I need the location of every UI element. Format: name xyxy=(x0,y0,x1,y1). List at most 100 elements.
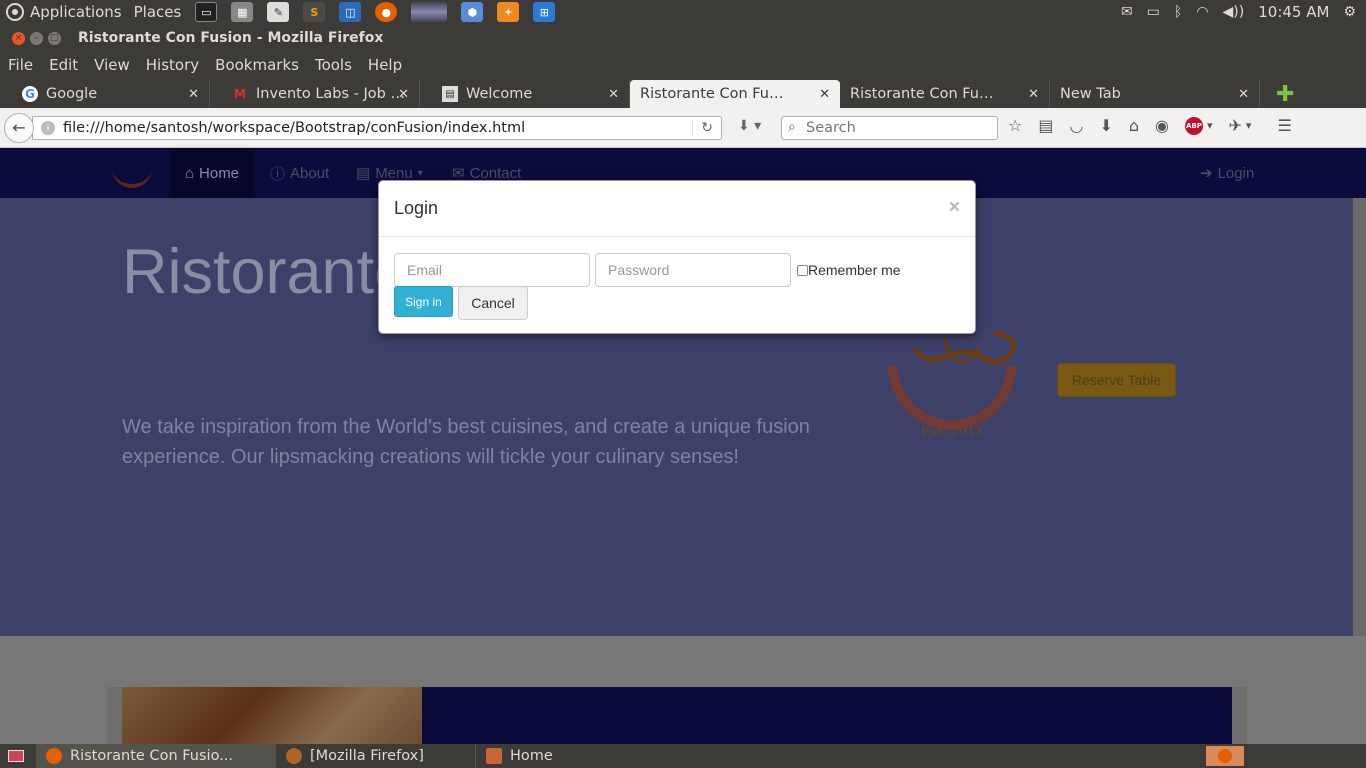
info-icon: ⓘ xyxy=(270,165,286,183)
task-ristorante[interactable]: Ristorante Con Fusio... xyxy=(36,744,276,768)
menu-bookmarks[interactable]: Bookmarks xyxy=(207,56,307,74)
task-mozilla-firefox[interactable]: [Mozilla Firefox] xyxy=(276,744,476,768)
adblock-dropdown-icon[interactable]: ▾ xyxy=(1207,119,1213,132)
tab-ristorante-2[interactable]: Ristorante Con Fusion: ... ✕ xyxy=(840,80,1050,108)
menu-tools[interactable]: Tools xyxy=(307,56,360,74)
window-title: Ristorante Con Fusion - Mozilla Firefox xyxy=(78,30,384,46)
window-minimize-button[interactable]: – xyxy=(30,31,43,45)
tab-strip: G Google ✕ M Invento Labs - Job O... ✕ ▤… xyxy=(0,78,1366,108)
password-field[interactable]: Password xyxy=(595,253,791,287)
text-editor-icon[interactable]: ✎ xyxy=(267,2,290,22)
search-input[interactable]: ⌕ Search xyxy=(781,116,998,140)
workspace-switcher-icon[interactable] xyxy=(1206,746,1244,766)
bluetooth-icon[interactable]: ᛒ xyxy=(1174,4,1182,20)
window-close-button[interactable]: × xyxy=(12,31,25,45)
cancel-button[interactable]: Cancel xyxy=(458,286,528,320)
food-image xyxy=(122,687,422,744)
cube-icon[interactable]: ⬢ xyxy=(461,2,484,22)
tab-ristorante-active[interactable]: Ristorante Con Fusion ✕ xyxy=(630,80,840,108)
nav-about[interactable]: ⓘ About xyxy=(270,148,329,198)
sign-in-button[interactable]: Sign in xyxy=(394,286,453,317)
list-icon: ▤ xyxy=(356,165,371,182)
menu-edit[interactable]: Edit xyxy=(41,56,86,74)
site-logo[interactable] xyxy=(112,160,152,188)
task-home[interactable]: Home xyxy=(476,744,676,768)
tab-label: Google xyxy=(46,86,98,102)
bookmark-star-icon[interactable]: ☆ xyxy=(1008,116,1022,135)
scrollbar[interactable] xyxy=(1353,198,1366,636)
applications-menu[interactable]: Applications xyxy=(24,0,128,24)
url-text: file:///home/santosh/workspace/Bootstrap… xyxy=(63,120,526,136)
extension-icon[interactable]: ✈ xyxy=(1229,116,1242,135)
downloads-icon[interactable]: ⬇ xyxy=(1099,116,1112,135)
tab-google[interactable]: G Google ✕ xyxy=(0,80,210,108)
extension-dropdown-icon[interactable]: ▾ xyxy=(1246,119,1252,132)
show-desktop-icon[interactable] xyxy=(8,750,24,762)
download-arrow-icon[interactable]: ⬇ ▾ xyxy=(738,118,761,134)
reserve-table-button[interactable]: Reserve Table xyxy=(1057,363,1176,397)
places-menu[interactable]: Places xyxy=(128,0,188,24)
tab-close-icon[interactable]: ✕ xyxy=(398,87,409,102)
firefox-tray-icon xyxy=(1218,749,1232,763)
volume-icon[interactable]: ◀)) xyxy=(1223,4,1245,20)
remember-label: Remember me xyxy=(808,262,901,278)
site-info-icon[interactable]: i xyxy=(41,121,55,135)
terminal-icon[interactable]: ▭ xyxy=(195,2,218,22)
ubuntu-logo-icon[interactable] xyxy=(6,3,24,21)
wifi-icon[interactable]: ◠ xyxy=(1196,4,1208,20)
mail-icon[interactable]: ✉ xyxy=(1121,4,1133,20)
tab-invento[interactable]: M Invento Labs - Job O... ✕ xyxy=(210,80,420,108)
nav-login[interactable]: ➔ Login xyxy=(1200,148,1254,198)
nav-home-label: Home xyxy=(199,164,240,182)
tab-welcome[interactable]: ▤ Welcome ✕ xyxy=(420,80,630,108)
password-placeholder: Password xyxy=(608,262,670,278)
settings-gear-icon[interactable]: ⚙ xyxy=(1343,4,1356,20)
nav-about-label: About xyxy=(290,164,330,182)
window-maximize-button[interactable]: □ xyxy=(48,31,61,45)
adblock-icon[interactable]: ABP xyxy=(1184,116,1203,135)
nav-home[interactable]: ⌂ Home xyxy=(169,148,255,198)
tab-close-icon[interactable]: ✕ xyxy=(819,87,830,102)
chat-icon[interactable]: ◉ xyxy=(1155,116,1169,135)
firefox-launcher-icon[interactable]: ● xyxy=(375,2,398,22)
menu-history[interactable]: History xyxy=(138,56,207,74)
clock[interactable]: 10:45 AM xyxy=(1258,3,1329,21)
tab-new[interactable]: New Tab ✕ xyxy=(1050,80,1260,108)
tab-label: Ristorante Con Fusion xyxy=(640,86,790,102)
menu-view[interactable]: View xyxy=(86,56,138,74)
menu-file[interactable]: File xyxy=(0,56,41,74)
tab-close-icon[interactable]: ✕ xyxy=(1238,87,1249,102)
tab-close-icon[interactable]: ✕ xyxy=(1028,87,1039,102)
task-label: [Mozilla Firefox] xyxy=(310,748,424,764)
modal-close-icon[interactable]: × xyxy=(949,197,960,219)
reload-icon[interactable]: ↻ xyxy=(692,120,713,136)
tab-label: New Tab xyxy=(1060,86,1121,102)
remember-checkbox[interactable] xyxy=(797,264,808,276)
home-icon: ⌂ xyxy=(184,164,195,182)
hamburger-menu-icon[interactable]: ☰ xyxy=(1277,116,1291,135)
tab-label: Welcome xyxy=(466,86,533,102)
brackets-icon[interactable]: ✦ xyxy=(497,2,520,22)
system-monitor-icon[interactable]: ◫ xyxy=(339,2,362,22)
sublime-icon[interactable]: S xyxy=(303,2,326,22)
new-tab-plus-icon[interactable]: ✚ xyxy=(1276,80,1294,108)
battery-icon[interactable]: ▭ xyxy=(1147,4,1160,20)
page-icon: ▤ xyxy=(442,86,458,102)
url-bar[interactable]: i file:///home/santosh/workspace/Bootstr… xyxy=(32,116,722,140)
remember-me[interactable]: Remember me xyxy=(797,262,901,278)
modal-title: Login xyxy=(394,198,439,218)
workspace-icon[interactable] xyxy=(411,2,448,22)
tab-close-icon[interactable]: ✕ xyxy=(188,87,199,102)
screenshot-icon[interactable]: ⊞ xyxy=(533,2,556,22)
reading-list-icon[interactable]: ▤ xyxy=(1038,116,1053,135)
back-arrow-icon[interactable]: ← xyxy=(4,112,34,143)
calculator-icon[interactable]: ▦ xyxy=(231,2,254,22)
tab-close-icon[interactable]: ✕ xyxy=(608,87,619,102)
top-panel: Applications Places ▭ ▦ ✎ S ◫ ● ⬢ ✦ ⊞ ✉ … xyxy=(0,0,1366,24)
email-field[interactable]: Email xyxy=(394,253,590,287)
menu-help[interactable]: Help xyxy=(360,56,410,74)
pocket-icon[interactable]: ◡ xyxy=(1069,116,1083,135)
task-label: Ristorante Con Fusio... xyxy=(70,748,234,764)
home-icon[interactable]: ⌂ xyxy=(1129,116,1139,135)
taskbar: Ristorante Con Fusio... [Mozilla Firefox… xyxy=(0,744,1366,768)
